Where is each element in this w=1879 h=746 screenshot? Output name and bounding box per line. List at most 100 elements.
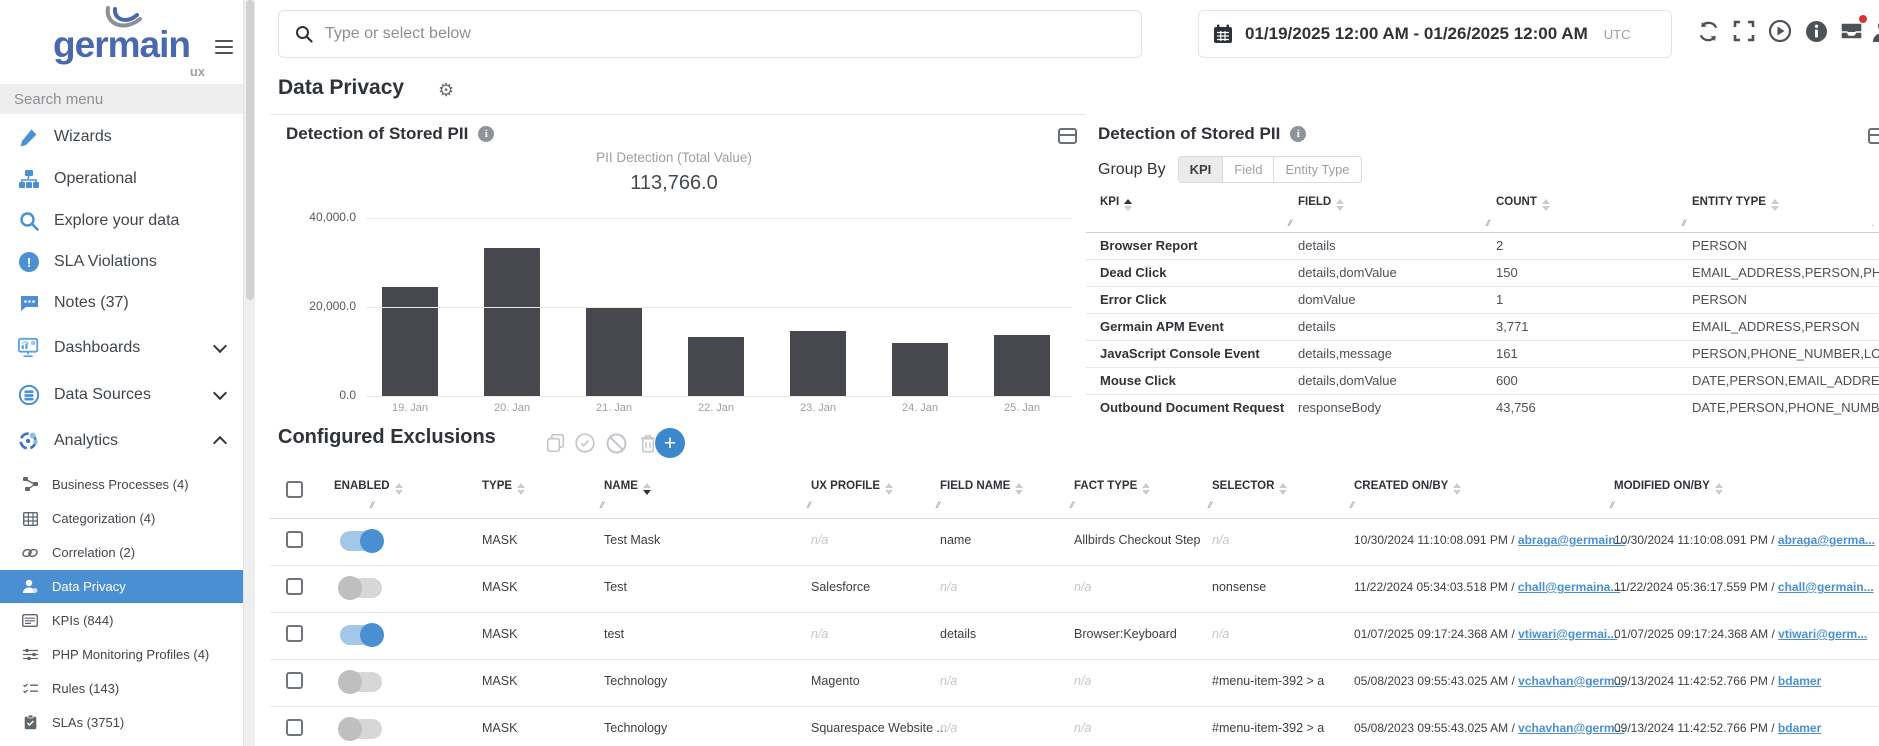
- created-by-link[interactable]: vtiwari@germai...: [1518, 627, 1617, 641]
- sidebar-item-operational[interactable]: Operational: [0, 159, 243, 199]
- column-resize-handle[interactable]: //: [1350, 500, 1353, 510]
- table-row[interactable]: MASK Technology Squarespace Website ... …: [270, 706, 1879, 746]
- column-header-count[interactable]: COUNT: [1496, 196, 1550, 211]
- refresh-icon[interactable]: [1695, 18, 1721, 44]
- select-all-checkbox[interactable]: [286, 481, 303, 498]
- column-resize-handle[interactable]: //: [1610, 500, 1613, 510]
- table-view-toggle-icon[interactable]: [1058, 128, 1077, 144]
- row-checkbox[interactable]: [286, 719, 303, 736]
- sidebar-item-analytics[interactable]: Analytics: [0, 421, 243, 461]
- row-checkbox[interactable]: [286, 578, 303, 595]
- sidebar-item-rules[interactable]: Rules (143): [0, 672, 243, 705]
- global-search-input[interactable]: Type or select below: [278, 10, 1142, 58]
- column-header-entity-type[interactable]: ENTITY TYPE: [1692, 196, 1779, 211]
- column-header-name[interactable]: NAME: [604, 480, 651, 495]
- created-by-link[interactable]: vchavhan@germ...: [1518, 674, 1624, 688]
- created-by-link[interactable]: abraga@germain...: [1518, 533, 1626, 547]
- column-resize-handle[interactable]: //: [1288, 218, 1291, 228]
- column-resize-handle[interactable]: //: [1682, 218, 1685, 228]
- created-by-link[interactable]: chall@germaina...: [1518, 580, 1620, 594]
- modified-by-link[interactable]: vtiwari@germ...: [1778, 627, 1867, 641]
- sidebar-item-php-monitoring-profiles[interactable]: PHP Monitoring Profiles (4): [0, 638, 243, 671]
- info-icon[interactable]: [1803, 18, 1829, 44]
- column-resize-handle[interactable]: .: [1872, 218, 1874, 228]
- sidebar-item-notes[interactable]: Notes (37): [0, 283, 243, 323]
- sidebar-item-categorization[interactable]: Categorization (4): [0, 502, 243, 535]
- table-row[interactable]: Browser Report details 2 PERSON: [1086, 232, 1879, 259]
- table-row[interactable]: Error Click domValue 1 PERSON: [1086, 286, 1879, 313]
- column-header-kpi[interactable]: KPI: [1100, 196, 1132, 211]
- modified-by-link[interactable]: bdamer: [1778, 674, 1821, 688]
- replay-icon[interactable]: [1767, 18, 1793, 44]
- column-header-type[interactable]: TYPE: [482, 480, 525, 495]
- enabled-toggle[interactable]: [340, 672, 382, 692]
- fullscreen-icon[interactable]: [1731, 18, 1757, 44]
- column-header-modified-on-by[interactable]: MODIFIED ON/BY: [1614, 480, 1723, 495]
- column-header-field[interactable]: FIELD: [1298, 196, 1344, 211]
- row-checkbox[interactable]: [286, 625, 303, 642]
- add-exclusion-button[interactable]: +: [655, 428, 685, 458]
- modified-by-link[interactable]: chall@germain...: [1778, 580, 1874, 594]
- sidebar-item-slas[interactable]: SLAs (3751): [0, 706, 243, 739]
- table-row[interactable]: MASK test n/a details Browser:Keyboard n…: [270, 612, 1879, 659]
- enabled-toggle[interactable]: [340, 578, 382, 598]
- info-icon[interactable]: i: [478, 126, 494, 142]
- inbox-icon[interactable]: [1838, 18, 1864, 44]
- group-by-option-field[interactable]: Field: [1223, 156, 1274, 183]
- column-resize-handle[interactable]: //: [1208, 500, 1211, 510]
- sidebar-item-data-sources[interactable]: Data Sources: [0, 375, 243, 415]
- column-header-created-on-by[interactable]: CREATED ON/BY: [1354, 480, 1461, 495]
- row-checkbox[interactable]: [286, 531, 303, 548]
- column-resize-handle[interactable]: //: [1070, 500, 1073, 510]
- ux-profile-cell: Magento: [811, 674, 860, 688]
- sidebar-item-business-processes[interactable]: Business Processes (4): [0, 468, 243, 501]
- user-icon[interactable]: [1870, 18, 1879, 44]
- date-range-picker[interactable]: 01/19/2025 12:00 AM - 01/26/2025 12:00 A…: [1198, 10, 1672, 58]
- check-circle-icon[interactable]: [574, 432, 596, 454]
- table-row[interactable]: MASK Test Salesforce n/a n/a nonsense 11…: [270, 565, 1879, 612]
- sidebar-item-data-privacy[interactable]: Data Privacy: [0, 570, 243, 603]
- gear-icon[interactable]: ⚙: [438, 80, 454, 101]
- table-row[interactable]: MASK Test Mask n/a name Allbirds Checkou…: [270, 518, 1879, 565]
- column-resize-handle[interactable]: //: [807, 500, 810, 510]
- sidebar-item-dashboards[interactable]: Dashboards: [0, 328, 243, 368]
- table-row[interactable]: Outbound Document Request responseBody 4…: [1086, 394, 1879, 420]
- enabled-toggle[interactable]: [340, 719, 382, 739]
- table-view-toggle-icon[interactable]: [1868, 128, 1879, 144]
- column-header-fact-type[interactable]: FACT TYPE: [1074, 480, 1150, 495]
- info-icon[interactable]: i: [1290, 126, 1306, 142]
- copy-icon[interactable]: [544, 432, 566, 454]
- column-header-enabled[interactable]: ENABLED: [334, 480, 403, 495]
- sidebar-item-correlation[interactable]: Correlation (2): [0, 536, 243, 569]
- group-by-option-entity-type[interactable]: Entity Type: [1274, 156, 1361, 183]
- table-row[interactable]: Dead Click details,domValue 150 EMAIL_AD…: [1086, 259, 1879, 286]
- enabled-toggle[interactable]: [340, 625, 382, 645]
- column-header-ux-profile[interactable]: UX PROFILE: [811, 480, 893, 495]
- sidebar-item-wizards[interactable]: Wizards: [0, 117, 243, 157]
- modified-by-link[interactable]: abraga@germa...: [1778, 533, 1875, 547]
- sidebar-scrollbar[interactable]: [243, 0, 255, 746]
- created-by-link[interactable]: vchavhan@germ...: [1518, 721, 1624, 735]
- row-checkbox[interactable]: [286, 672, 303, 689]
- sidebar-item-sla-violations[interactable]: ! SLA Violations: [0, 242, 243, 282]
- pii-table-header: KPI FIELD COUNT ENTITY TYPE // // // .: [1086, 196, 1879, 232]
- enabled-toggle[interactable]: [340, 531, 382, 551]
- sidebar-item-explore-your-data[interactable]: Explore your data: [0, 201, 243, 241]
- column-resize-handle[interactable]: //: [600, 500, 603, 510]
- column-resize-handle[interactable]: //: [1486, 218, 1489, 228]
- hamburger-menu-icon[interactable]: [215, 36, 233, 58]
- scrollbar-thumb[interactable]: [246, 0, 254, 300]
- column-resize-handle[interactable]: //: [936, 500, 939, 510]
- group-by-option-kpi[interactable]: KPI: [1178, 156, 1224, 183]
- table-row[interactable]: MASK Technology Magento n/a n/a #menu-it…: [270, 659, 1879, 706]
- column-header-field-name[interactable]: FIELD NAME: [940, 480, 1023, 495]
- table-row[interactable]: Mouse Click details,domValue 600 DATE,PE…: [1086, 367, 1879, 394]
- table-row[interactable]: JavaScript Console Event details,message…: [1086, 340, 1879, 367]
- table-row[interactable]: Germain APM Event details 3,771 EMAIL_AD…: [1086, 313, 1879, 340]
- sidebar-item-kpis[interactable]: KPIs (844): [0, 604, 243, 637]
- column-resize-handle[interactable]: //: [370, 500, 373, 510]
- modified-by-link[interactable]: bdamer: [1778, 721, 1821, 735]
- column-header-selector[interactable]: SELECTOR: [1212, 480, 1287, 495]
- ban-icon[interactable]: [605, 432, 627, 454]
- sidebar-search-input[interactable]: Search menu: [0, 84, 243, 114]
